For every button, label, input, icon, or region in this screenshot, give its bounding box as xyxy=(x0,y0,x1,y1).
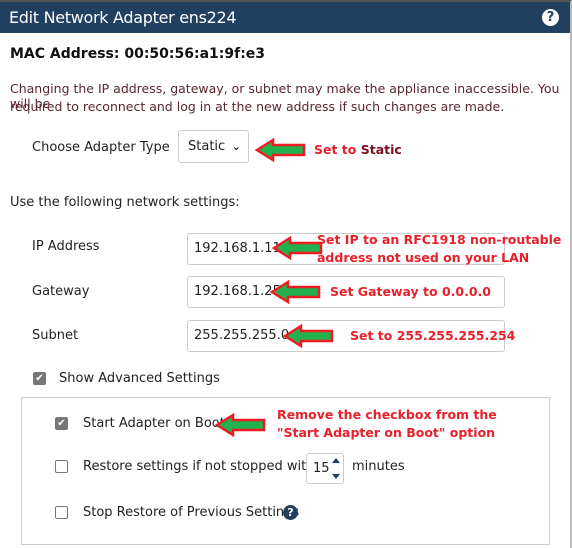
arrow-annotation-icon xyxy=(215,413,266,437)
dialog-header: Edit Network Adapter ens224 ? xyxy=(0,2,570,33)
minutes-label: minutes xyxy=(352,459,405,474)
annotation-boot-line2: "Start Adapter on Boot" option xyxy=(277,425,496,440)
annotation-boot: Remove the checkbox from the "Start Adap… xyxy=(277,406,497,442)
adapter-type-select[interactable]: Static ⌄ xyxy=(178,130,249,163)
stepper-up-icon[interactable] xyxy=(332,458,340,463)
annotation-subnet: Set to 255.255.255.254 xyxy=(350,328,516,343)
dialog-title: Edit Network Adapter ens224 xyxy=(9,8,237,27)
help-icon[interactable]: ? xyxy=(542,9,559,26)
restore-minutes-stepper[interactable]: 15 xyxy=(306,453,344,484)
subnet-value: 255.255.255.0 xyxy=(194,328,290,343)
gateway-label: Gateway xyxy=(32,284,90,299)
start-on-boot-checkbox[interactable]: ✔ xyxy=(55,417,68,430)
stop-restore-label: Stop Restore of Previous Settings xyxy=(83,505,300,520)
annotation-boot-line1: Remove the checkbox from the xyxy=(277,407,497,422)
annotation-gateway: Set Gateway to 0.0.0.0 xyxy=(330,284,492,299)
annotation-adapter-emph: Static xyxy=(360,142,402,157)
settings-heading: Use the following network settings: xyxy=(10,195,240,210)
ip-address-value: 192.168.1.11 xyxy=(194,241,281,256)
restore-minutes-value: 15 xyxy=(313,461,330,476)
subnet-label: Subnet xyxy=(32,328,79,343)
annotation-ip-line1: Set IP to an RFC1918 non-routable xyxy=(317,232,562,247)
arrow-annotation-icon xyxy=(283,324,334,348)
restore-checkbox[interactable] xyxy=(55,460,68,473)
start-on-boot-label: Start Adapter on Boot xyxy=(83,416,225,431)
adapter-type-label: Choose Adapter Type xyxy=(32,140,170,155)
mac-address: MAC Address: 00:50:56:a1:9f:e3 xyxy=(10,46,266,62)
chevron-down-icon: ⌄ xyxy=(231,140,241,153)
adapter-type-value: Static xyxy=(188,139,226,154)
arrow-annotation-icon xyxy=(255,138,306,162)
annotation-adapter: Set to Static xyxy=(314,141,402,159)
ip-label: IP Address xyxy=(32,239,100,254)
help-icon[interactable]: ? xyxy=(283,505,298,520)
stop-restore-checkbox[interactable] xyxy=(55,506,68,519)
arrow-annotation-icon xyxy=(270,280,321,304)
show-advanced-label: Show Advanced Settings xyxy=(59,371,220,386)
annotation-ip-line2: address not used on your LAN xyxy=(317,250,530,265)
warning-text-line2: required to reconnect and log in at the … xyxy=(10,99,505,114)
stepper-down-icon[interactable] xyxy=(332,474,340,479)
show-advanced-checkbox[interactable]: ✔ xyxy=(33,372,46,385)
restore-label: Restore settings if not stopped within xyxy=(83,459,327,474)
annotation-ip: Set IP to an RFC1918 non-routable addres… xyxy=(317,231,561,267)
annotation-adapter-prefix: Set to xyxy=(314,142,361,157)
